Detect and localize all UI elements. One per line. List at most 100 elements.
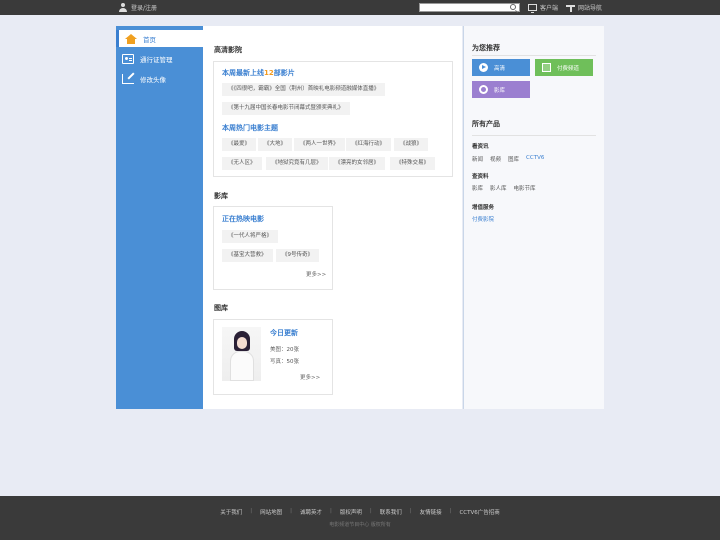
site-nav-link[interactable]: 网站导航 (566, 2, 602, 13)
button-label: 高清 (494, 65, 506, 72)
product-link[interactable]: CCTV6 (526, 155, 544, 163)
product-links: 付费影院 (472, 215, 494, 223)
search-icon[interactable] (510, 4, 516, 10)
separator: | (250, 508, 253, 514)
gallery-photo[interactable] (222, 327, 261, 381)
product-link[interactable]: 视频 (490, 155, 501, 163)
hot-tag[interactable]: 《特殊交易》 (390, 157, 436, 170)
footer-link-jobs[interactable]: 诚聘英才 (300, 508, 322, 516)
sidebar-item-label: 通行证管理 (140, 55, 173, 64)
right-panel: 为您推荐 高清 付费频道 影库 所有产品 看资讯 新闻 视频 图库 CCTV6 … (463, 26, 604, 409)
sidebar-item-avatar[interactable]: 修改头像 (116, 70, 203, 87)
movie-tag[interactable]: 《一代人将严格》 (222, 230, 279, 243)
hot-tag[interactable]: 《无人区》 (222, 157, 262, 170)
footer-links: 关于我们 | 网站地图 | 诚聘英才 | 版权声明 | 联系我们 | 友情链接 | CCTV… (0, 508, 720, 516)
product-link[interactable]: 影库 (472, 184, 483, 192)
hd-movies-box: 本周最新上线12部影片 《《四很吧，霸霸》全国（荆州）首映礼电影频道融媒体直播》… (213, 61, 453, 177)
button-label: 付费频道 (557, 65, 580, 72)
product-links: 新闻 视频 图库 CCTV6 (472, 155, 544, 163)
now-showing-title[interactable]: 正在热映电影 (222, 214, 264, 224)
product-group-title: 查资料 (472, 174, 489, 180)
button-label: 影库 (494, 87, 506, 94)
monitor-icon (528, 4, 537, 13)
product-link[interactable]: 影人库 (490, 184, 507, 192)
client-label: 客户端 (540, 5, 559, 12)
footer: 关于我们 | 网站地图 | 诚聘英才 | 版权声明 | 联系我们 | 友情链接 | CCTV… (0, 496, 720, 540)
movie-tag[interactable]: 《9号传奇》 (276, 249, 319, 262)
top-bar: 登录/注册 客户端 网站导航 (0, 0, 720, 15)
hot-tag[interactable]: 《大地》 (258, 138, 293, 151)
home-icon (125, 33, 137, 44)
divider (472, 135, 596, 136)
client-link[interactable]: 客户端 (528, 2, 558, 13)
photo-face (237, 337, 247, 349)
recommend-library-button[interactable]: 影库 (472, 81, 530, 98)
hd-movies-title: 高清影院 (214, 46, 242, 54)
new-weekly-prefix: 本周最新上线 (222, 69, 264, 77)
product-link[interactable]: 付费影院 (472, 215, 494, 223)
login-register-link[interactable]: 登录/注册 (119, 2, 157, 13)
product-link[interactable]: 新闻 (472, 155, 483, 163)
more-link[interactable]: 更多>> (306, 270, 326, 278)
new-weekly-suffix: 部影片 (273, 69, 295, 77)
separator: | (329, 508, 332, 514)
product-links: 影库 影人库 电影节库 (472, 184, 536, 192)
recommend-title: 为您推荐 (472, 44, 500, 52)
product-group-title: 增值服务 (472, 205, 495, 211)
main-content: 高清影院 本周最新上线12部影片 《《四很吧，霸霸》全国（荆州）首映礼电影频道融… (203, 26, 462, 409)
hot-topics-title[interactable]: 本周热门电影主题 (222, 123, 278, 133)
footer-link-ads[interactable]: CCTV6广告招商 (459, 508, 499, 516)
site-nav-label: 网站导航 (578, 5, 603, 12)
sidebar-item-home[interactable]: 首页 (116, 30, 203, 47)
play-icon (479, 63, 488, 72)
footer-link-sitemap[interactable]: 网站地图 (260, 508, 282, 516)
document-icon (542, 63, 551, 72)
sidebar-item-label: 首页 (143, 35, 156, 44)
hot-tag[interactable]: 《两人一世界》 (294, 138, 345, 151)
separator: | (290, 508, 292, 514)
today-update-title[interactable]: 今日更新 (270, 328, 298, 338)
copyright-text: 电影频道节目中心 版权所有 (329, 522, 391, 528)
signpost-icon (566, 4, 575, 12)
film-library-title: 影库 (214, 192, 228, 200)
movie-tag[interactable]: 《基宝大营救》 (222, 249, 273, 262)
gallery-info-row: 写真：50张 (270, 357, 299, 365)
info-value: 50张 (286, 359, 300, 365)
search-input[interactable] (419, 3, 520, 12)
hot-tag[interactable]: 《漂亮的女邻居》 (329, 157, 386, 170)
sidebar-item-passport[interactable]: 通行证管理 (116, 50, 203, 67)
film-reel-icon (479, 85, 488, 94)
separator: | (409, 508, 412, 514)
movie-tag[interactable]: 《《四很吧，霸霸》全国（荆州）首映礼电影频道融媒体直播》 (222, 83, 386, 96)
hot-tag[interactable]: 《地狱究竟有几层》 (266, 157, 328, 170)
hot-tag[interactable]: 《战狼》 (394, 138, 429, 151)
footer-link-about[interactable]: 关于我们 (220, 508, 242, 516)
product-link[interactable]: 电影节库 (514, 184, 536, 192)
id-card-icon (122, 53, 134, 64)
separator: | (449, 508, 452, 514)
separator: | (369, 508, 372, 514)
hot-tag[interactable]: 《最爱》 (222, 138, 257, 151)
new-weekly-count: 12 (264, 69, 274, 77)
footer-link-friends[interactable]: 友情链接 (420, 508, 442, 516)
gallery-box: 今日更新 美图：20张 写真：50张 更多>> (213, 319, 333, 395)
film-library-box: 正在热映电影 《一代人将严格》 《基宝大营救》 《9号传奇》 更多>> (213, 206, 333, 290)
hot-tag[interactable]: 《红海行动》 (346, 138, 392, 151)
footer-link-copyright[interactable]: 版权声明 (340, 508, 362, 516)
gallery-info-row: 美图：20张 (270, 345, 299, 353)
info-value: 20张 (286, 347, 300, 353)
recommend-paid-button[interactable]: 付费频道 (535, 59, 593, 76)
product-group-title: 看资讯 (472, 144, 489, 150)
login-label: 登录/注册 (131, 5, 158, 12)
user-icon (119, 3, 127, 12)
info-label: 美图： (270, 347, 287, 353)
gallery-title: 图库 (214, 304, 228, 312)
photo-dress (230, 351, 254, 381)
divider (472, 55, 596, 56)
footer-link-contact[interactable]: 联系我们 (380, 508, 402, 516)
more-link[interactable]: 更多>> (300, 373, 320, 381)
product-link[interactable]: 图库 (508, 155, 519, 163)
new-weekly-title[interactable]: 本周最新上线12部影片 (222, 68, 295, 78)
movie-tag[interactable]: 《第十九届中国长春电影节闭幕式暨颁奖典礼》 (222, 102, 350, 115)
recommend-hd-button[interactable]: 高清 (472, 59, 530, 76)
